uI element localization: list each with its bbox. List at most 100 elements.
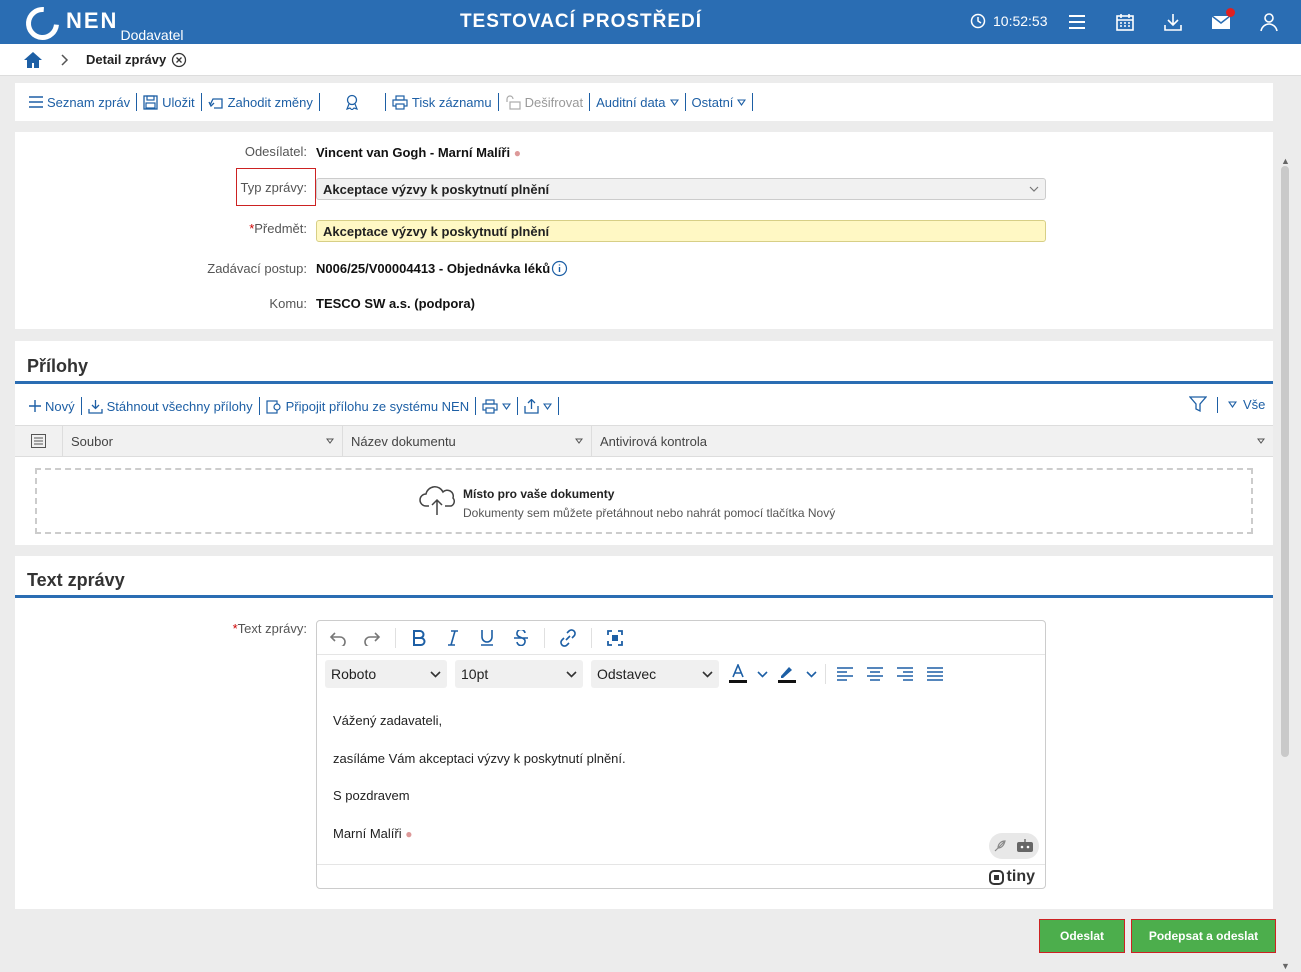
message-type-select[interactable]: Akceptace výzvy k poskytnutí plnění <box>316 178 1046 200</box>
column-document-label: Název dokumentu <box>351 433 456 449</box>
font-family-select[interactable]: Roboto <box>325 660 447 688</box>
subject-label: *Předmět: <box>249 221 307 236</box>
divider <box>395 627 396 648</box>
attachment-dropzone[interactable]: Místo pro vaše dokumenty Dokumenty sem m… <box>35 468 1253 534</box>
strikethrough-icon[interactable] <box>510 627 532 649</box>
dropzone-title: Místo pro vaše dokumenty <box>463 487 615 501</box>
info-icon[interactable] <box>551 260 568 277</box>
home-icon[interactable] <box>23 51 43 72</box>
column-antivirus[interactable]: Antivirová kontrola <box>592 426 1273 456</box>
undo-icon <box>208 97 223 109</box>
message-type-value: Akceptace výzvy k poskytnutí plnění <box>323 182 550 197</box>
session-clock: 10:52:53 <box>970 13 1048 29</box>
undo-icon[interactable] <box>327 627 349 649</box>
attachments-toolbar: Nový Stáhnout všechny přílohy Připojit p… <box>15 394 1273 418</box>
calendar-icon[interactable] <box>1114 11 1136 33</box>
audit-data-dropdown[interactable]: Auditní data <box>590 93 686 111</box>
subject-input[interactable]: Akceptace výzvy k poskytnutí plnění <box>316 220 1046 242</box>
triangle-down-icon <box>1228 401 1237 408</box>
mail-icon[interactable] <box>1210 8 1235 33</box>
print-dropdown[interactable] <box>476 397 519 415</box>
save-button[interactable]: Uložit <box>137 93 202 111</box>
new-attachment-button[interactable]: Nový <box>23 397 82 415</box>
triangle-down-icon <box>575 438 583 444</box>
redo-icon[interactable] <box>361 627 383 649</box>
align-left-icon[interactable] <box>834 663 856 685</box>
message-list-button[interactable]: Seznam zpráv <box>23 93 138 111</box>
decrypt-button[interactable]: Dešifrovat <box>499 93 591 111</box>
attachments-divider <box>15 381 1273 384</box>
gear-document-icon <box>266 400 281 414</box>
send-button[interactable]: Odeslat <box>1039 919 1125 953</box>
link-icon[interactable] <box>557 627 579 649</box>
chevron-down-icon <box>566 670 577 678</box>
user-icon[interactable] <box>1258 11 1280 33</box>
close-tab-icon[interactable] <box>171 52 187 71</box>
export-dropdown[interactable] <box>518 397 560 415</box>
fullscreen-icon[interactable] <box>604 627 626 649</box>
dropzone-subtitle: Dokumenty sem můžete přetáhnout nebo nah… <box>463 506 836 520</box>
recipient-label: Komu: <box>269 296 307 311</box>
column-file[interactable]: Soubor <box>63 426 343 456</box>
divider <box>544 627 545 648</box>
rich-text-editor: Roboto 10pt Odstavec Vážený zadavateli, … <box>316 620 1046 889</box>
tiny-logo[interactable]: tiny <box>988 868 1035 886</box>
procedure-label: Zadávací postup: <box>207 261 307 276</box>
message-text-label: *Text zprávy: <box>232 621 307 636</box>
download-icon <box>87 399 103 414</box>
palette-icon: ● <box>405 826 413 841</box>
column-document-name[interactable]: Název dokumentu <box>343 426 592 456</box>
editor-content[interactable]: Vážený zadavateli, zasíláme Vám akceptac… <box>333 713 626 863</box>
recipient-value: TESCO SW a.s. (podpora) <box>316 296 475 311</box>
other-dropdown[interactable]: Ostatní <box>686 93 754 111</box>
filter-all-dropdown[interactable]: Vše <box>1228 397 1265 412</box>
attach-from-system-button[interactable]: Připojit přílohu ze systému NEN <box>260 397 477 415</box>
block-format-value: Odstavec <box>597 666 657 682</box>
ai-assistant-toggle[interactable] <box>989 833 1039 859</box>
attachments-grid-header: Soubor Název dokumentu Antivirová kontro… <box>15 425 1273 457</box>
triangle-down-icon <box>669 98 679 106</box>
menu-icon[interactable] <box>1066 11 1088 33</box>
divider <box>1217 396 1218 413</box>
chevron-down-icon[interactable] <box>757 670 768 678</box>
message-type-label: Typ zprávy: <box>240 180 307 195</box>
chevron-right-icon <box>60 54 70 69</box>
attachments-panel: Přílohy Nový Stáhnout všechny přílohy Př… <box>15 341 1273 545</box>
vertical-scrollbar[interactable] <box>1281 166 1289 757</box>
text-color-icon[interactable] <box>727 663 749 685</box>
scroll-down-arrow[interactable]: ▼ <box>1281 961 1290 971</box>
download-all-button[interactable]: Stáhnout všechny přílohy <box>82 397 260 415</box>
align-center-icon[interactable] <box>864 663 886 685</box>
list-icon <box>29 96 43 108</box>
align-justify-icon[interactable] <box>924 663 946 685</box>
underline-icon[interactable] <box>476 627 498 649</box>
align-right-icon[interactable] <box>894 663 916 685</box>
sign-and-send-button[interactable]: Podepsat a odeslat <box>1131 919 1276 953</box>
block-format-select[interactable]: Odstavec <box>591 660 719 688</box>
content-line: Vážený zadavateli, <box>333 713 443 728</box>
unread-badge <box>1226 8 1235 17</box>
column-settings-button[interactable] <box>15 426 63 456</box>
column-file-label: Soubor <box>71 433 113 449</box>
message-text-panel: Text zprávy *Text zprávy: Roboto 10pt Od… <box>15 556 1273 909</box>
scroll-up-arrow[interactable]: ▲ <box>1281 156 1290 166</box>
clock-icon <box>970 13 986 29</box>
message-header-form: Odesílatel: Vincent van Gogh - Marní Mal… <box>15 132 1273 329</box>
bold-icon[interactable] <box>408 627 430 649</box>
print-record-button[interactable]: Tisk záznamu <box>386 93 499 111</box>
discard-label: Zahodit změny <box>227 94 313 110</box>
tiny-icon <box>988 869 1004 885</box>
font-size-value: 10pt <box>461 666 489 682</box>
message-divider <box>15 595 1273 598</box>
download-icon[interactable] <box>1162 11 1184 33</box>
font-size-select[interactable]: 10pt <box>455 660 583 688</box>
discard-changes-button[interactable]: Zahodit změny <box>202 93 320 111</box>
chevron-down-icon[interactable] <box>806 670 817 678</box>
palette-icon: ● <box>513 146 521 160</box>
filter-icon[interactable] <box>1189 396 1207 413</box>
signature-button[interactable] <box>320 93 386 111</box>
save-icon <box>143 94 158 110</box>
italic-icon[interactable] <box>442 627 464 649</box>
highlight-color-icon[interactable] <box>776 663 798 685</box>
feather-icon <box>994 840 1006 852</box>
